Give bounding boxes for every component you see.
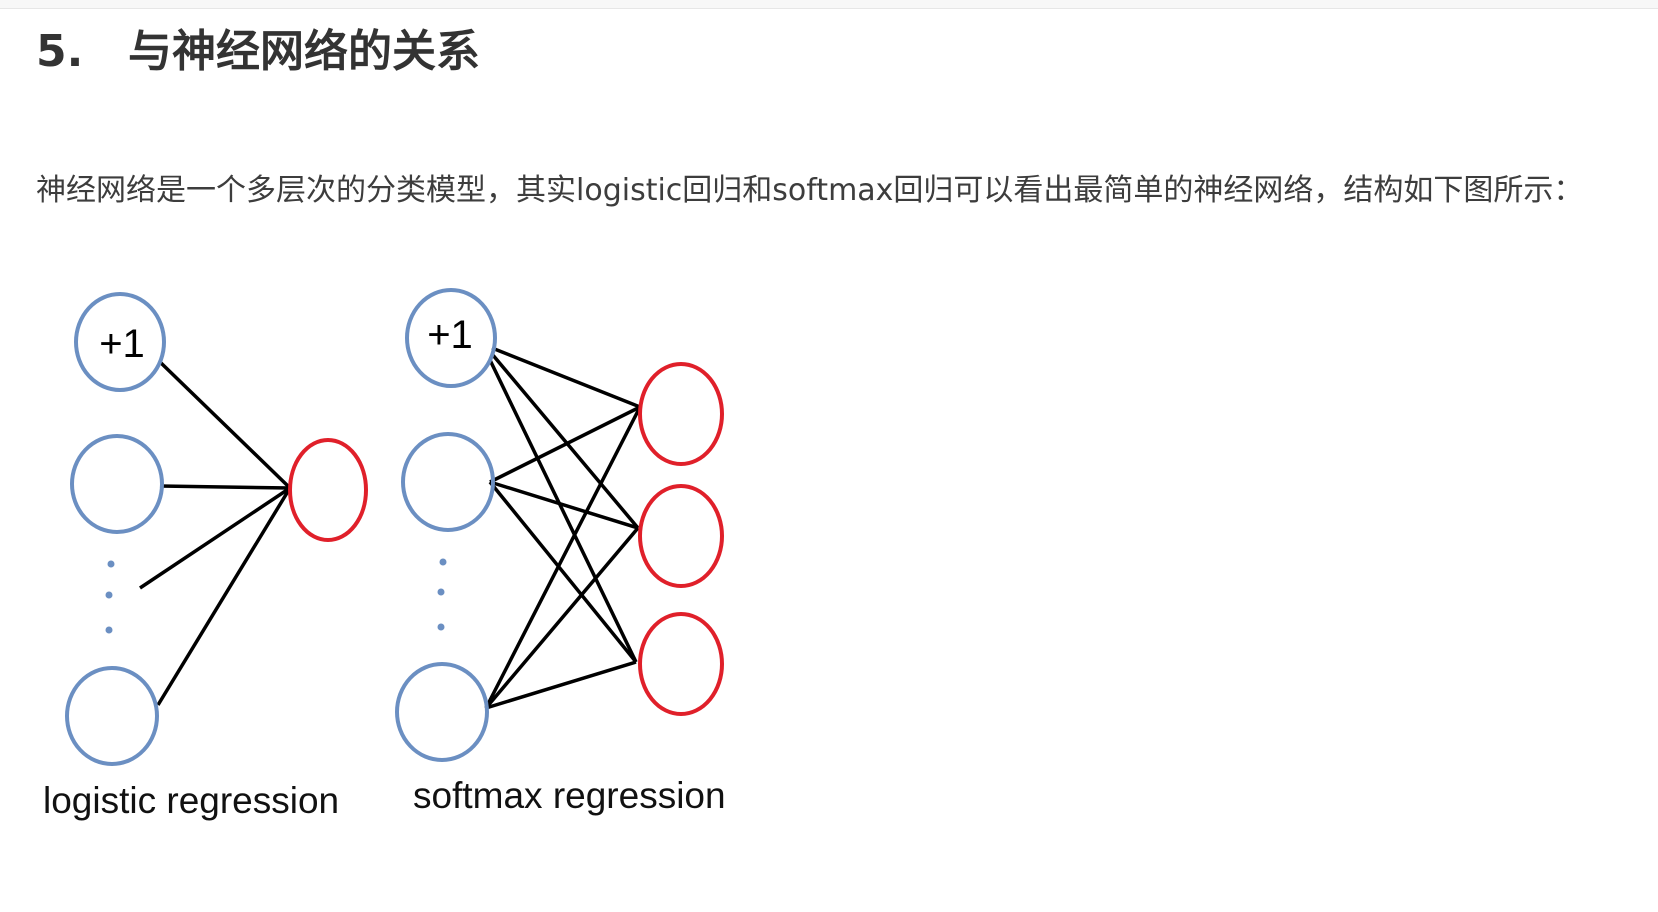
softmax-dot-3: [437, 623, 445, 631]
softmax-edge-xn-o1: [484, 406, 642, 709]
logistic-edges: [139, 360, 292, 706]
logistic-caption: logistic regression: [43, 780, 339, 821]
logistic-edge-x1: [159, 484, 291, 490]
softmax-edge-xn-o3: [485, 660, 637, 710]
softmax-dot-1: [439, 558, 447, 566]
logistic-bias-label: +1: [99, 322, 145, 366]
section-title: 与神经网络的关系: [128, 26, 480, 77]
logistic-dot-3: [105, 626, 113, 634]
body-paragraph: 神经网络是一个多层次的分类模型，其实logistic回归和softmax回归可以…: [36, 173, 1584, 208]
logistic-output-node: [288, 438, 368, 542]
section-number: 5.: [36, 26, 84, 77]
softmax-edge-x1-o1: [489, 405, 641, 484]
softmax-ellipsis-dots: [437, 558, 447, 631]
softmax-output-nodes: [638, 362, 724, 716]
logistic-dot-2: [105, 591, 113, 599]
logistic-edge-xn: [156, 487, 292, 706]
softmax-bias-label: +1: [427, 313, 473, 357]
softmax-caption: softmax regression: [413, 775, 726, 816]
logistic-edge-dots: [139, 486, 291, 590]
section-heading: 5. 与神经网络的关系: [36, 22, 480, 82]
network-diagram: +1 logistic regression +1 softmax regres…: [0, 280, 820, 880]
logistic-edge-bias: [158, 360, 292, 490]
softmax-edge-x1-o2: [489, 480, 639, 530]
softmax-output-node-2: [638, 484, 724, 588]
softmax-edge-b-o2: [490, 352, 640, 530]
softmax-input-node-n: [395, 662, 489, 762]
logistic-input-node-1: [70, 434, 164, 534]
softmax-output-node-1: [638, 362, 724, 466]
logistic-dot-1: [107, 560, 115, 568]
softmax-edges: [484, 346, 642, 710]
softmax-input-nodes: [395, 288, 497, 762]
logistic-ellipsis-dots: [105, 560, 115, 634]
softmax-edge-b-o1: [491, 346, 641, 409]
logistic-input-node-n: [65, 666, 159, 766]
softmax-dot-2: [437, 588, 445, 596]
softmax-input-node-1: [401, 432, 495, 532]
network-diagram-svg: +1 logistic regression +1 softmax regres…: [43, 288, 726, 821]
softmax-output-node-3: [638, 612, 724, 716]
top-divider: [0, 0, 1658, 9]
